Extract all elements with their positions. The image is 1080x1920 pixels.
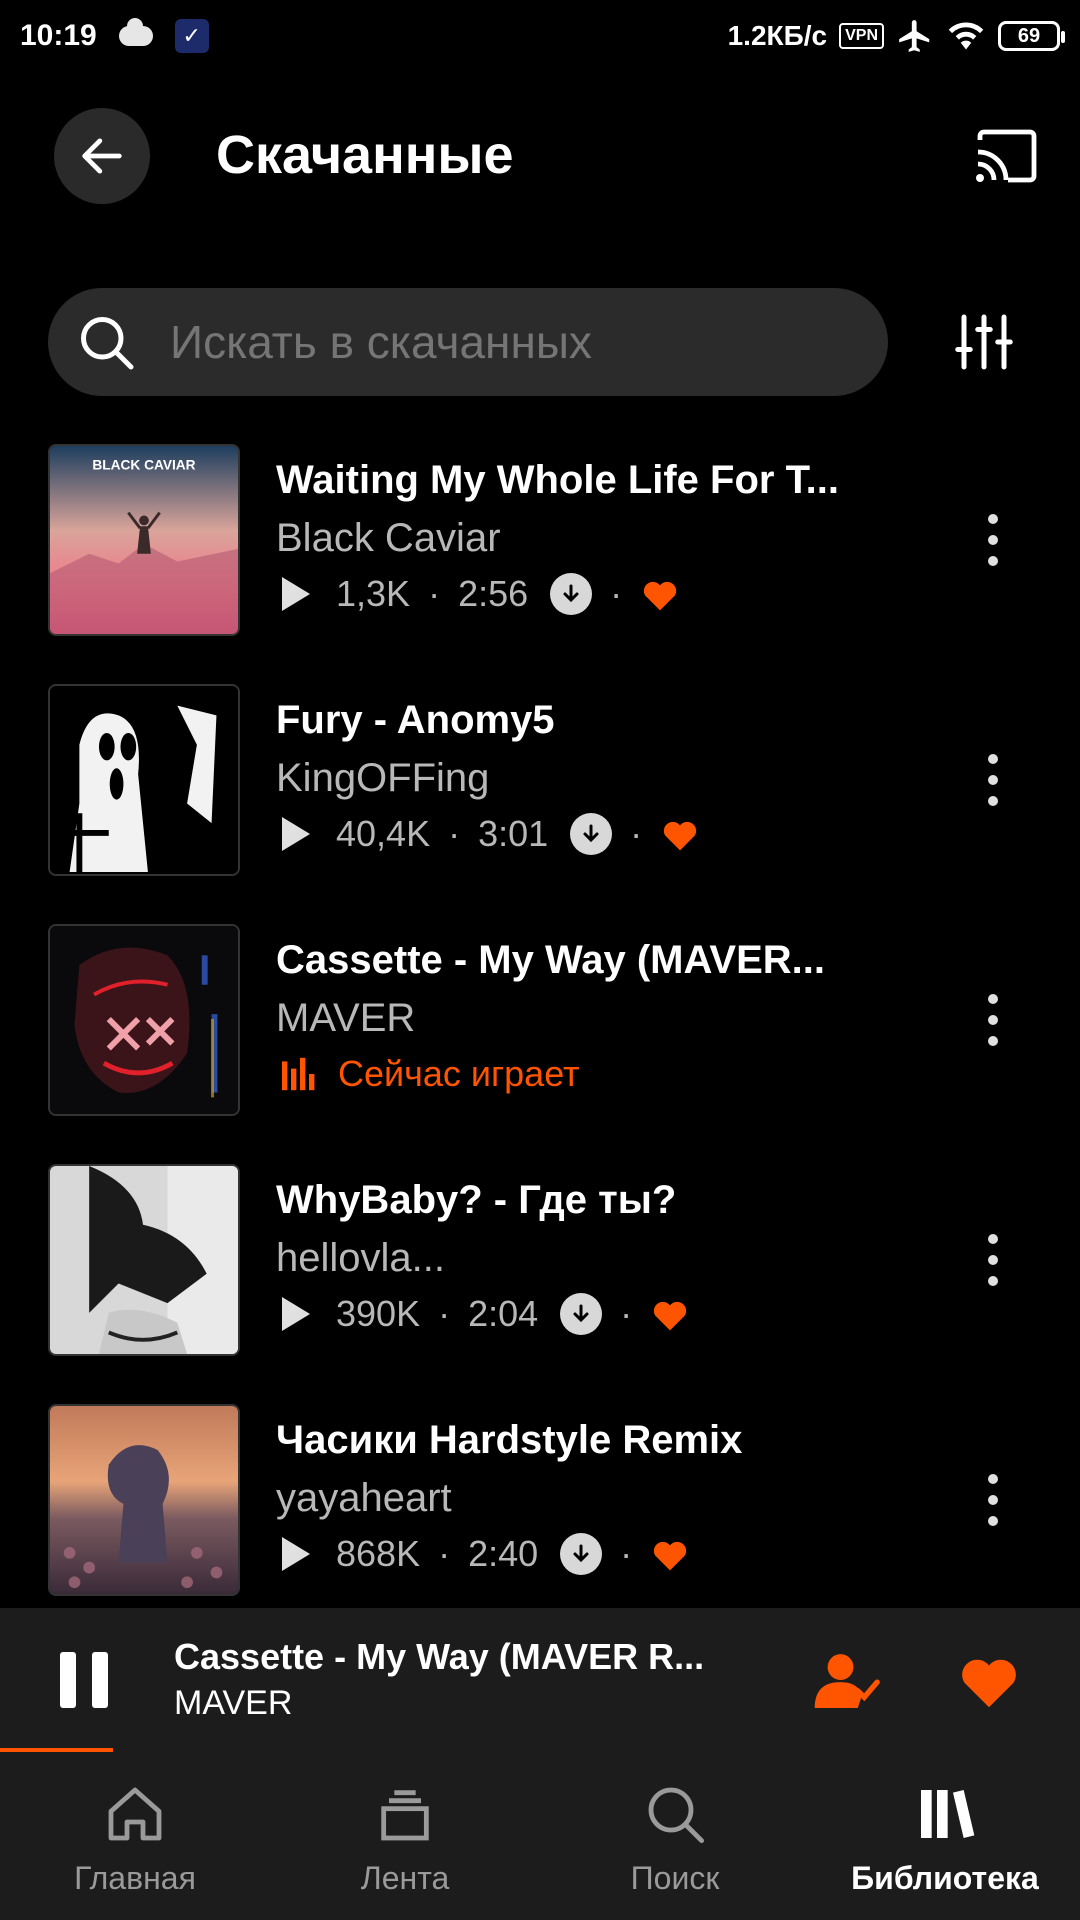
nav-label: Поиск [630, 1860, 720, 1896]
play-count: 390K [336, 1293, 421, 1334]
cloud-icon [118, 18, 153, 46]
search-bar[interactable] [48, 288, 888, 396]
nav-home[interactable]: Главная [0, 1752, 270, 1920]
now-playing-indicator: Сейчас играет [282, 1048, 580, 1100]
back-button[interactable] [54, 108, 150, 204]
track-title: Cassette - My Way (MAVER... [276, 938, 826, 982]
track-row[interactable]: WhyBaby? - Где ты? hellovla... 390K · 2:… [0, 1160, 1080, 1360]
track-title: WhyBaby? - Где ты? [276, 1178, 677, 1222]
nav-label: Лента [360, 1860, 450, 1896]
search-icon [81, 317, 134, 370]
battery-icon: 69 [998, 21, 1065, 51]
track-cover [48, 1164, 240, 1356]
now-playing-label: Сейчас играет [338, 1053, 580, 1094]
follow-user-icon[interactable] [814, 1652, 880, 1708]
track-duration: 3:01 [478, 813, 549, 854]
track-artist: MAVER [276, 996, 416, 1040]
track-meta: 40,4K · 3:01 · [282, 808, 700, 860]
pause-button[interactable] [60, 1652, 108, 1708]
play-count: 40,4K [336, 813, 431, 854]
equalizer-icon [282, 1057, 315, 1091]
bottom-nav: Главная Лента Поиск Библиотека [0, 1752, 1080, 1920]
more-options-icon[interactable] [978, 510, 1008, 570]
track-row[interactable]: BLACK CAVIAR Waiting My Whole Life For T… [0, 440, 1080, 640]
nav-search[interactable]: Поиск [540, 1752, 810, 1920]
more-options-icon[interactable] [978, 750, 1008, 810]
downloaded-icon [570, 813, 613, 855]
track-row[interactable]: Cassette - My Way (MAVER... MAVER Сейчас… [0, 920, 1080, 1120]
mini-player[interactable]: Cassette - My Way (MAVER R... MAVER [0, 1608, 1080, 1752]
track-meta: 390K · 2:04 · [282, 1288, 690, 1340]
track-artist: KingOFFing [276, 756, 490, 800]
checkbox-app-icon: ✓ [174, 19, 209, 53]
nav-label: Библиотека [851, 1860, 1039, 1896]
status-time: 10:19 [20, 19, 97, 52]
track-cover [48, 684, 240, 876]
track-duration: 2:40 [468, 1533, 539, 1574]
heart-icon[interactable] [640, 576, 680, 612]
downloaded-icon [550, 573, 593, 615]
heart-icon[interactable] [650, 1296, 690, 1332]
status-bar: 10:19 ✓ 1.2КБ/с VPN 69 [0, 0, 1080, 72]
track-duration: 2:56 [458, 573, 529, 614]
airplane-icon [899, 20, 930, 52]
arrow-left-icon [82, 138, 122, 174]
mini-player-artist: MAVER [174, 1684, 293, 1722]
track-artist: Black Caviar [276, 516, 501, 560]
track-artist: yayaheart [276, 1476, 452, 1520]
heart-icon[interactable] [956, 1650, 1022, 1710]
track-artist: hellovla... [276, 1236, 445, 1280]
downloaded-icon [560, 1293, 603, 1335]
downloaded-icon [560, 1533, 603, 1575]
search-input[interactable] [170, 315, 850, 369]
network-speed: 1.2КБ/с [727, 20, 828, 51]
more-options-icon[interactable] [978, 1470, 1008, 1530]
filter-sliders-icon[interactable] [954, 312, 1014, 372]
heart-icon[interactable] [650, 1536, 690, 1572]
wifi-icon [948, 22, 984, 50]
mini-player-title: Cassette - My Way (MAVER R... [174, 1636, 705, 1677]
track-meta: 1,3K · 2:56 · [282, 568, 680, 620]
play-count-icon [282, 1537, 310, 1571]
heart-icon[interactable] [660, 816, 700, 852]
track-title: Waiting My Whole Life For T... [276, 458, 839, 502]
track-cover [48, 924, 240, 1116]
play-count-icon [282, 817, 310, 851]
nav-label: Главная [74, 1860, 196, 1896]
play-count: 1,3K [336, 573, 411, 614]
track-duration: 2:04 [468, 1293, 539, 1334]
track-title: Часики Hardstyle Remix [276, 1418, 743, 1462]
nav-feed[interactable]: Лента [270, 1752, 540, 1920]
vpn-icon: VPN [839, 23, 884, 49]
cover-logo-text: BLACK CAVIAR [92, 458, 195, 473]
track-cover: BLACK CAVIAR [48, 444, 240, 636]
track-row[interactable]: Fury - Anomy5 KingOFFing 40,4K · 3:01 · [0, 680, 1080, 880]
more-options-icon[interactable] [978, 1230, 1008, 1290]
page-title: Скачанные [216, 125, 514, 185]
play-count-icon [282, 577, 310, 611]
track-cover [48, 1404, 240, 1596]
play-count-icon [282, 1297, 310, 1331]
home-icon [108, 1787, 162, 1841]
play-count: 868K [336, 1533, 421, 1574]
cast-icon[interactable] [974, 128, 1038, 184]
library-icon [921, 1790, 975, 1838]
search-icon [648, 1787, 705, 1844]
track-meta: 868K · 2:40 · [282, 1528, 690, 1580]
track-title: Fury - Anomy5 [276, 698, 555, 742]
feed-icon [381, 1790, 429, 1841]
nav-library[interactable]: Библиотека [810, 1752, 1080, 1920]
track-row[interactable]: Часики Hardstyle Remix yayaheart 868K · … [0, 1400, 1080, 1600]
more-options-icon[interactable] [978, 990, 1008, 1050]
